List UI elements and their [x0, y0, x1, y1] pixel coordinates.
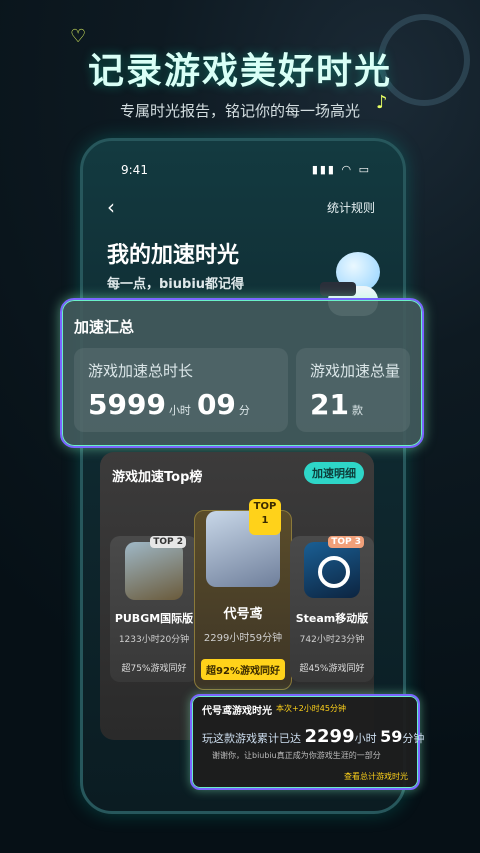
minutes-unit: 分 [238, 404, 250, 417]
game-rank-text: 超75%游戏同好 [121, 664, 187, 674]
duration-minutes: 09 [196, 388, 236, 421]
note-icon: ♪ [376, 92, 388, 113]
hero-title: 记录游戏美好时光 [87, 51, 392, 92]
games-label: 游戏加速总量 [310, 362, 401, 380]
record-quote: 谢谢你，让biubiu真正成为你游戏生涯的一部分 [212, 751, 381, 760]
game-name: PUBGM国际版 [114, 612, 194, 625]
battery-icon: ▭ [358, 163, 371, 176]
steam-icon [304, 542, 360, 598]
top-list-title: 游戏加速Top榜 [112, 470, 203, 485]
record-session: 本次+2小时45分钟 [276, 704, 346, 713]
record-card[interactable]: 代号鸢游戏时光 本次+2小时45分钟 玩这款游戏累计已达 2299小时 59分钟… [190, 694, 424, 790]
game-name: Steam移动版 [295, 612, 369, 625]
game-card-top1[interactable]: TOP 1 代号鸢 2299小时59分钟 超92%游戏同好 [194, 499, 292, 690]
page-subtitle: 每一点，biubiu都记得 [107, 277, 245, 292]
status-time: 9:41 [121, 163, 148, 177]
game-rank-text: 超92%游戏同好 [201, 659, 285, 680]
mascot-device [320, 282, 356, 296]
game-name: 代号鸢 [223, 607, 263, 622]
rules-link[interactable]: 统计规则 [327, 199, 375, 216]
signal-icon: ▮▮▮ [311, 163, 336, 176]
duration-hours: 5999 [88, 388, 166, 421]
summary-card: 加速汇总 游戏加速总时长 5999 小时 09 分 游戏加速总量 21 款 [60, 298, 424, 448]
game-card-top3[interactable]: TOP 3 Steam移动版 742小时23分钟 超45%游戏同好 [290, 536, 374, 682]
rank-tag-top2: TOP 2 [150, 536, 186, 548]
game-rank-text: 超45%游戏同好 [299, 664, 365, 674]
record-total: 玩这款游戏累计已达 2299小时 59分钟 [202, 726, 424, 747]
record-minutes: 59 [380, 727, 403, 746]
record-minutes-unit: 分钟 [402, 732, 425, 745]
detail-button[interactable]: 加速明细 [304, 462, 364, 484]
record-title: 代号鸢游戏时光 [202, 706, 272, 717]
summary-title: 加速汇总 [74, 318, 135, 336]
duration-value: 5999 小时 09 分 [88, 388, 256, 421]
page-title: 我的加速时光 [107, 243, 240, 268]
rank-tag-top3: TOP 3 [328, 536, 364, 548]
games-stat: 游戏加速总量 21 款 [296, 348, 410, 432]
duration-stat: 游戏加速总时长 5999 小时 09 分 [74, 348, 288, 432]
games-value: 21 款 [310, 388, 369, 421]
hours-unit: 小时 [168, 404, 191, 417]
wifi-icon: ◠ [341, 163, 354, 176]
duration-label: 游戏加速总时长 [88, 362, 194, 380]
record-hours: 2299 [304, 726, 355, 747]
rank-tag-top1: TOP 1 [249, 499, 281, 535]
hero-subtitle: 专属时光报告，铭记你的每一场高光 [119, 102, 360, 120]
status-icons: ▮▮▮ ◠ ▭ [312, 163, 371, 176]
game-card-top2[interactable]: TOP 2 PUBGM国际版 1233小时20分钟 超75%游戏同好 [110, 536, 198, 682]
games-count: 21 [310, 388, 349, 421]
games-unit: 款 [351, 404, 363, 417]
game-hours: 742小时23分钟 [299, 635, 365, 645]
game-hours: 2299小时59分钟 [203, 633, 283, 644]
pubg-icon [125, 542, 183, 600]
record-hours-unit: 小时 [354, 732, 377, 745]
game-hours: 1233小时20分钟 [118, 635, 190, 645]
record-link[interactable]: 查看总计游戏时光 [344, 771, 408, 782]
back-icon[interactable]: ‹ [107, 195, 115, 219]
record-prefix: 玩这款游戏累计已达 [202, 732, 301, 745]
